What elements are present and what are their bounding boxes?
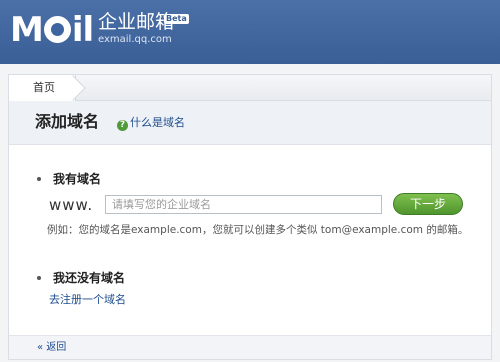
no-domain-heading: 我还没有域名 — [37, 271, 125, 285]
page-title-bar: 添加域名 ? 什么是域名 — [9, 101, 491, 145]
www-prefix: www. — [49, 196, 94, 214]
brand-domain: exmail.qq.com — [98, 34, 172, 45]
bullet-icon — [37, 177, 41, 181]
next-step-button[interactable]: 下一步 — [393, 193, 463, 215]
logo-o-icon — [43, 16, 71, 43]
bullet-icon — [37, 276, 41, 280]
domain-example-text: 例如：您的域名是example.com，您就可以创建多个类似 tom@examp… — [47, 224, 469, 236]
have-domain-heading: 我有域名 — [37, 172, 101, 186]
back-link[interactable]: « 返回 — [37, 341, 66, 355]
main-panel: 首页 添加域名 ?什么是域名 我有域名 www. 下一步 例如：您的域名是exa… — [8, 74, 492, 360]
help-icon: ? — [117, 120, 128, 131]
mail-logo[interactable]: Mil — [10, 10, 94, 50]
no-domain-label: 我还没有域名 — [53, 271, 126, 285]
what-is-domain-link[interactable]: ? 什么是域名 — [117, 116, 185, 131]
help-link-label: 什么是域名 — [130, 116, 185, 129]
domain-input[interactable] — [105, 195, 382, 214]
logo-letters-il: il — [71, 10, 94, 50]
register-domain-link[interactable]: 去注册一个域名 — [49, 293, 126, 307]
beta-badge: Beta — [164, 14, 189, 24]
brand-title: 企业邮箱 — [98, 11, 175, 33]
panel-footer: « 返回 — [9, 335, 491, 359]
page-title: 添加域名 — [35, 112, 100, 131]
have-domain-label: 我有域名 — [53, 172, 102, 186]
logo-letter-m: M — [10, 10, 44, 50]
top-header: Mil 企业邮箱 Beta exmail.qq.com — [0, 0, 500, 64]
breadcrumb: 首页 — [9, 75, 491, 101]
breadcrumb-home[interactable]: 首页 — [9, 75, 76, 101]
